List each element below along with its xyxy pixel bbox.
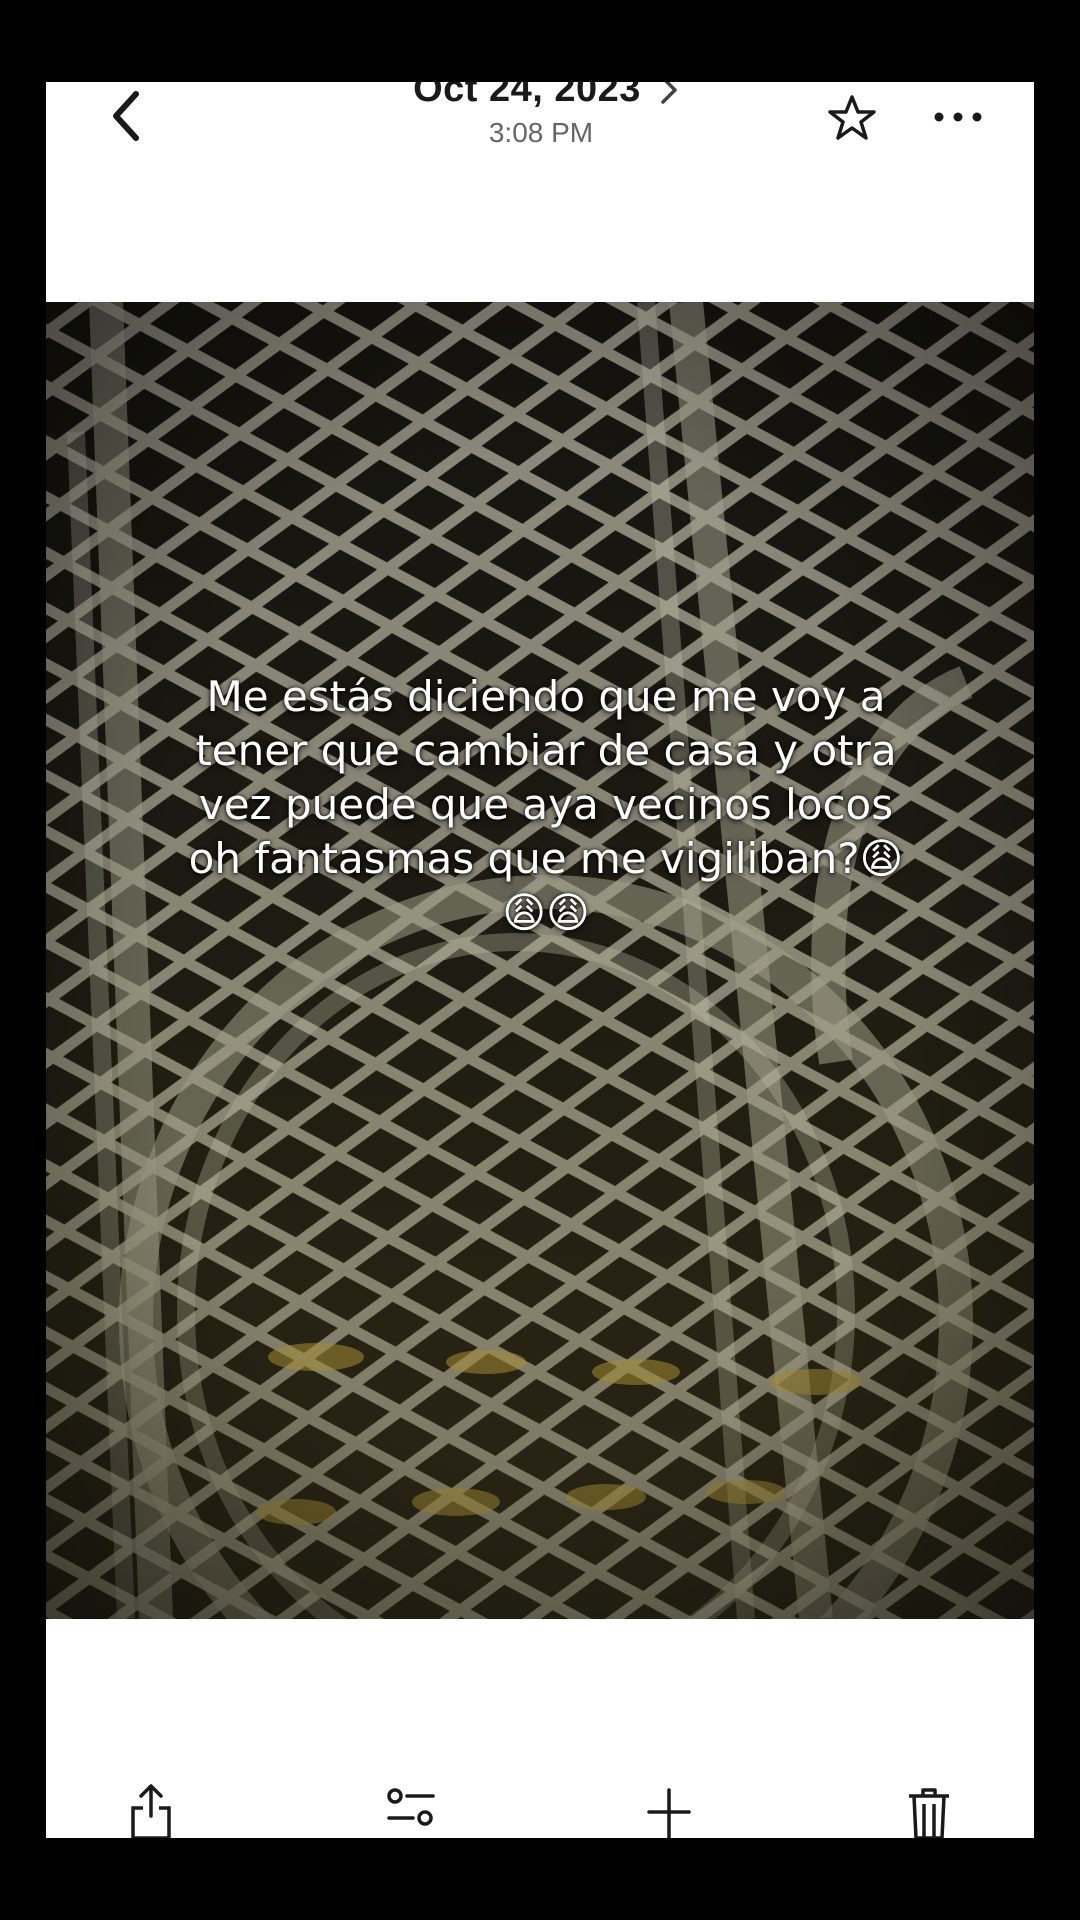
favorite-button[interactable]: [822, 88, 882, 148]
more-horizontal-icon: [934, 112, 982, 122]
adjust-button[interactable]: [376, 1782, 446, 1838]
back-button[interactable]: [96, 86, 156, 146]
delete-icon: [909, 1788, 949, 1838]
bottom-toolbar: [46, 1782, 1034, 1838]
photo-date[interactable]: Oct 24, 2023: [413, 82, 641, 111]
photo-caption: Me estás diciendo que me voy a tener que…: [188, 672, 904, 937]
photo-viewer: Oct 24, 2023 3:08 PM Me estás diciendo q…: [46, 82, 1034, 1838]
photo[interactable]: Me estás diciendo que me voy a tener que…: [46, 302, 1034, 1619]
photo-image: [46, 302, 1034, 1619]
photo-time: 3:08 PM: [488, 117, 594, 148]
chevron-left-icon: [113, 91, 139, 141]
share-icon: [131, 1784, 171, 1838]
more-button[interactable]: [928, 92, 988, 142]
add-button[interactable]: [634, 1782, 704, 1838]
share-button[interactable]: [116, 1782, 186, 1838]
title-block: Oct 24, 2023 3:08 PM: [346, 82, 746, 149]
delete-button[interactable]: [894, 1782, 964, 1838]
add-icon: [647, 1788, 691, 1838]
adjust-icon: [387, 1788, 435, 1826]
chevron-right-icon[interactable]: [659, 82, 679, 105]
star-icon: [828, 95, 876, 140]
header: Oct 24, 2023 3:08 PM: [46, 82, 1034, 302]
